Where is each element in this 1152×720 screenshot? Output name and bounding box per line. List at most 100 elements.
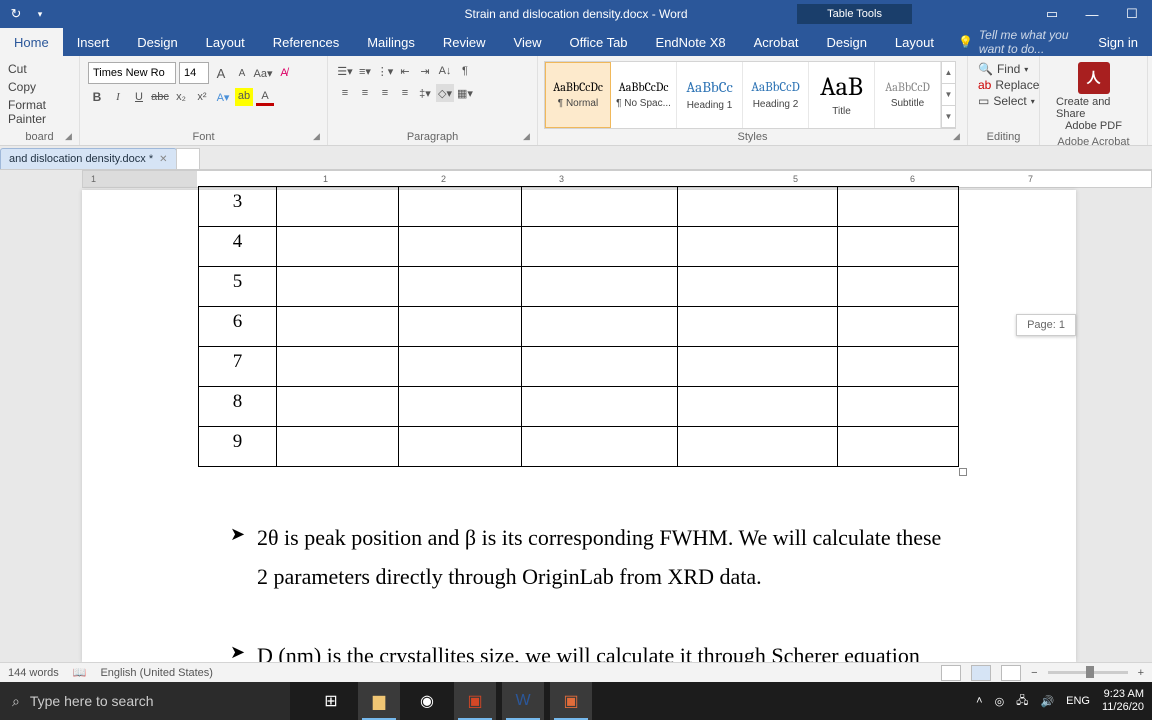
powerpoint-icon[interactable]: ▣	[454, 682, 496, 720]
font-name-input[interactable]	[88, 62, 176, 84]
chrome-icon[interactable]: ◉	[406, 682, 448, 720]
underline-button[interactable]: U	[130, 88, 148, 106]
close-tab-icon[interactable]: ✕	[159, 154, 167, 165]
tab-review[interactable]: Review	[429, 28, 500, 56]
tab-layout[interactable]: Layout	[192, 28, 259, 56]
tab-view[interactable]: View	[500, 28, 556, 56]
style---no-spac---[interactable]: AaBbCcDc¶ No Spac...	[611, 62, 677, 128]
network-icon[interactable]: 🖧	[1016, 692, 1028, 711]
replace-button[interactable]: abReplace	[978, 78, 1029, 92]
styles-down-icon[interactable]: ▼	[942, 84, 955, 106]
print-layout-icon[interactable]	[971, 665, 991, 681]
tab-insert[interactable]: Insert	[63, 28, 124, 56]
create-share-pdf-button[interactable]: 人 Create and Share Adobe PDF	[1046, 58, 1141, 136]
table-row[interactable]: 6	[199, 307, 959, 347]
sort-icon[interactable]: A↓	[436, 62, 454, 80]
style---normal[interactable]: AaBbCcDc¶ Normal	[545, 62, 611, 128]
bullets-icon[interactable]: ☰▾	[336, 62, 354, 80]
tab-acrobat[interactable]: Acrobat	[740, 28, 813, 56]
table-row[interactable]: 3	[199, 187, 959, 227]
style-subtitle[interactable]: AaBbCcDSubtitle	[875, 62, 941, 128]
tab-table-design[interactable]: Design	[812, 28, 880, 56]
zoom-out-icon[interactable]: −	[1031, 667, 1037, 679]
styles-gallery[interactable]: AaBbCcDc¶ NormalAaBbCcDc¶ No Spac...AaBb…	[544, 61, 956, 129]
taskbar-search[interactable]: ⌕ Type here to search	[0, 682, 290, 720]
change-case-icon[interactable]: Aa▾	[254, 64, 272, 82]
language-status[interactable]: English (United States)	[100, 667, 213, 679]
tab-design[interactable]: Design	[123, 28, 191, 56]
doc-tab-active[interactable]: and dislocation density.docx * ✕	[0, 148, 177, 169]
numbering-icon[interactable]: ≡▾	[356, 62, 374, 80]
line-spacing-icon[interactable]: ‡▾	[416, 84, 434, 102]
tab-references[interactable]: References	[259, 28, 353, 56]
decrease-indent-icon[interactable]: ⇤	[396, 62, 414, 80]
tab-home[interactable]: Home	[0, 28, 63, 56]
cut-button[interactable]: Cut	[8, 62, 65, 76]
word-icon[interactable]: W	[502, 682, 544, 720]
styles-launcher[interactable]: ◢	[953, 131, 965, 143]
table-row[interactable]: 5	[199, 267, 959, 307]
align-right-icon[interactable]: ≡	[376, 84, 394, 102]
word-count[interactable]: 144 words	[8, 667, 59, 679]
spellcheck-icon[interactable]: 📖	[73, 666, 87, 679]
styles-up-icon[interactable]: ▲	[942, 62, 955, 84]
font-launcher[interactable]: ◢	[313, 131, 325, 143]
clipboard-launcher[interactable]: ◢	[65, 131, 77, 143]
style-title[interactable]: AaBTitle	[809, 62, 875, 128]
increase-indent-icon[interactable]: ⇥	[416, 62, 434, 80]
redo-icon[interactable]: ↻	[8, 6, 24, 22]
highlight-icon[interactable]: ab	[235, 88, 253, 106]
table-resize-handle[interactable]	[959, 468, 967, 476]
file-explorer-icon[interactable]: ▆	[358, 682, 400, 720]
sign-in-link[interactable]: Sign in	[1084, 28, 1152, 56]
tab-endnote[interactable]: EndNote X8	[642, 28, 740, 56]
volume-icon[interactable]: 🔊	[1040, 695, 1054, 708]
table-row[interactable]: 8	[199, 387, 959, 427]
location-icon[interactable]: ◎	[995, 695, 1005, 708]
table-row[interactable]: 4	[199, 227, 959, 267]
style-heading-1[interactable]: AaBbCcHeading 1	[677, 62, 743, 128]
find-button[interactable]: 🔍Find▾	[978, 62, 1029, 76]
paragraph-launcher[interactable]: ◢	[523, 131, 535, 143]
style-heading-2[interactable]: AaBbCcDHeading 2	[743, 62, 809, 128]
tell-me-box[interactable]: 💡 Tell me what you want to do...	[948, 28, 1084, 56]
zoom-in-icon[interactable]: +	[1138, 667, 1144, 679]
table-row[interactable]: 7	[199, 347, 959, 387]
new-tab-button[interactable]	[176, 148, 200, 169]
text-effects-icon[interactable]: A▾	[214, 88, 232, 106]
copy-button[interactable]: Copy	[8, 80, 65, 94]
tab-table-layout[interactable]: Layout	[881, 28, 948, 56]
styles-more-icon[interactable]: ▼	[942, 106, 955, 128]
format-painter-button[interactable]: Format Painter	[8, 98, 65, 126]
subscript-button[interactable]: x₂	[172, 88, 190, 106]
tab-mailings[interactable]: Mailings	[353, 28, 429, 56]
clear-format-icon[interactable]: A̸	[275, 64, 293, 82]
tab-office-tab[interactable]: Office Tab	[555, 28, 641, 56]
maximize-button[interactable]: ☐	[1112, 0, 1152, 28]
multilevel-icon[interactable]: ⋮▾	[376, 62, 394, 80]
ribbon-display-icon[interactable]: ▭	[1032, 0, 1072, 28]
strikethrough-button[interactable]: abc	[151, 88, 169, 106]
shading-icon[interactable]: ◇▾	[436, 84, 454, 102]
web-layout-icon[interactable]	[1001, 665, 1021, 681]
justify-icon[interactable]: ≡	[396, 84, 414, 102]
bold-button[interactable]: B	[88, 88, 106, 106]
camtasia-icon[interactable]: ▣	[550, 682, 592, 720]
zoom-slider[interactable]	[1048, 671, 1128, 674]
tray-chevron-icon[interactable]: ˄	[976, 695, 982, 707]
show-marks-icon[interactable]: ¶	[456, 62, 474, 80]
select-button[interactable]: ▭Select▾	[978, 94, 1029, 108]
task-view-icon[interactable]: ⊞	[310, 682, 352, 720]
read-mode-icon[interactable]	[941, 665, 961, 681]
italic-button[interactable]: I	[109, 88, 127, 106]
align-left-icon[interactable]: ≡	[336, 84, 354, 102]
table-row[interactable]: 9	[199, 427, 959, 467]
ime-indicator[interactable]: ENG	[1066, 695, 1090, 707]
page[interactable]: 3456789 ➤ 2θ is peak position and β is i…	[82, 190, 1076, 662]
document-table[interactable]: 3456789	[198, 186, 959, 467]
font-color-icon[interactable]: A	[256, 88, 274, 106]
minimize-button[interactable]: —	[1072, 0, 1112, 28]
qat-dropdown-icon[interactable]: ▾	[32, 6, 48, 22]
borders-icon[interactable]: ▦▾	[456, 84, 474, 102]
body-paragraph-1[interactable]: 2θ is peak position and β is its corresp…	[257, 518, 947, 596]
